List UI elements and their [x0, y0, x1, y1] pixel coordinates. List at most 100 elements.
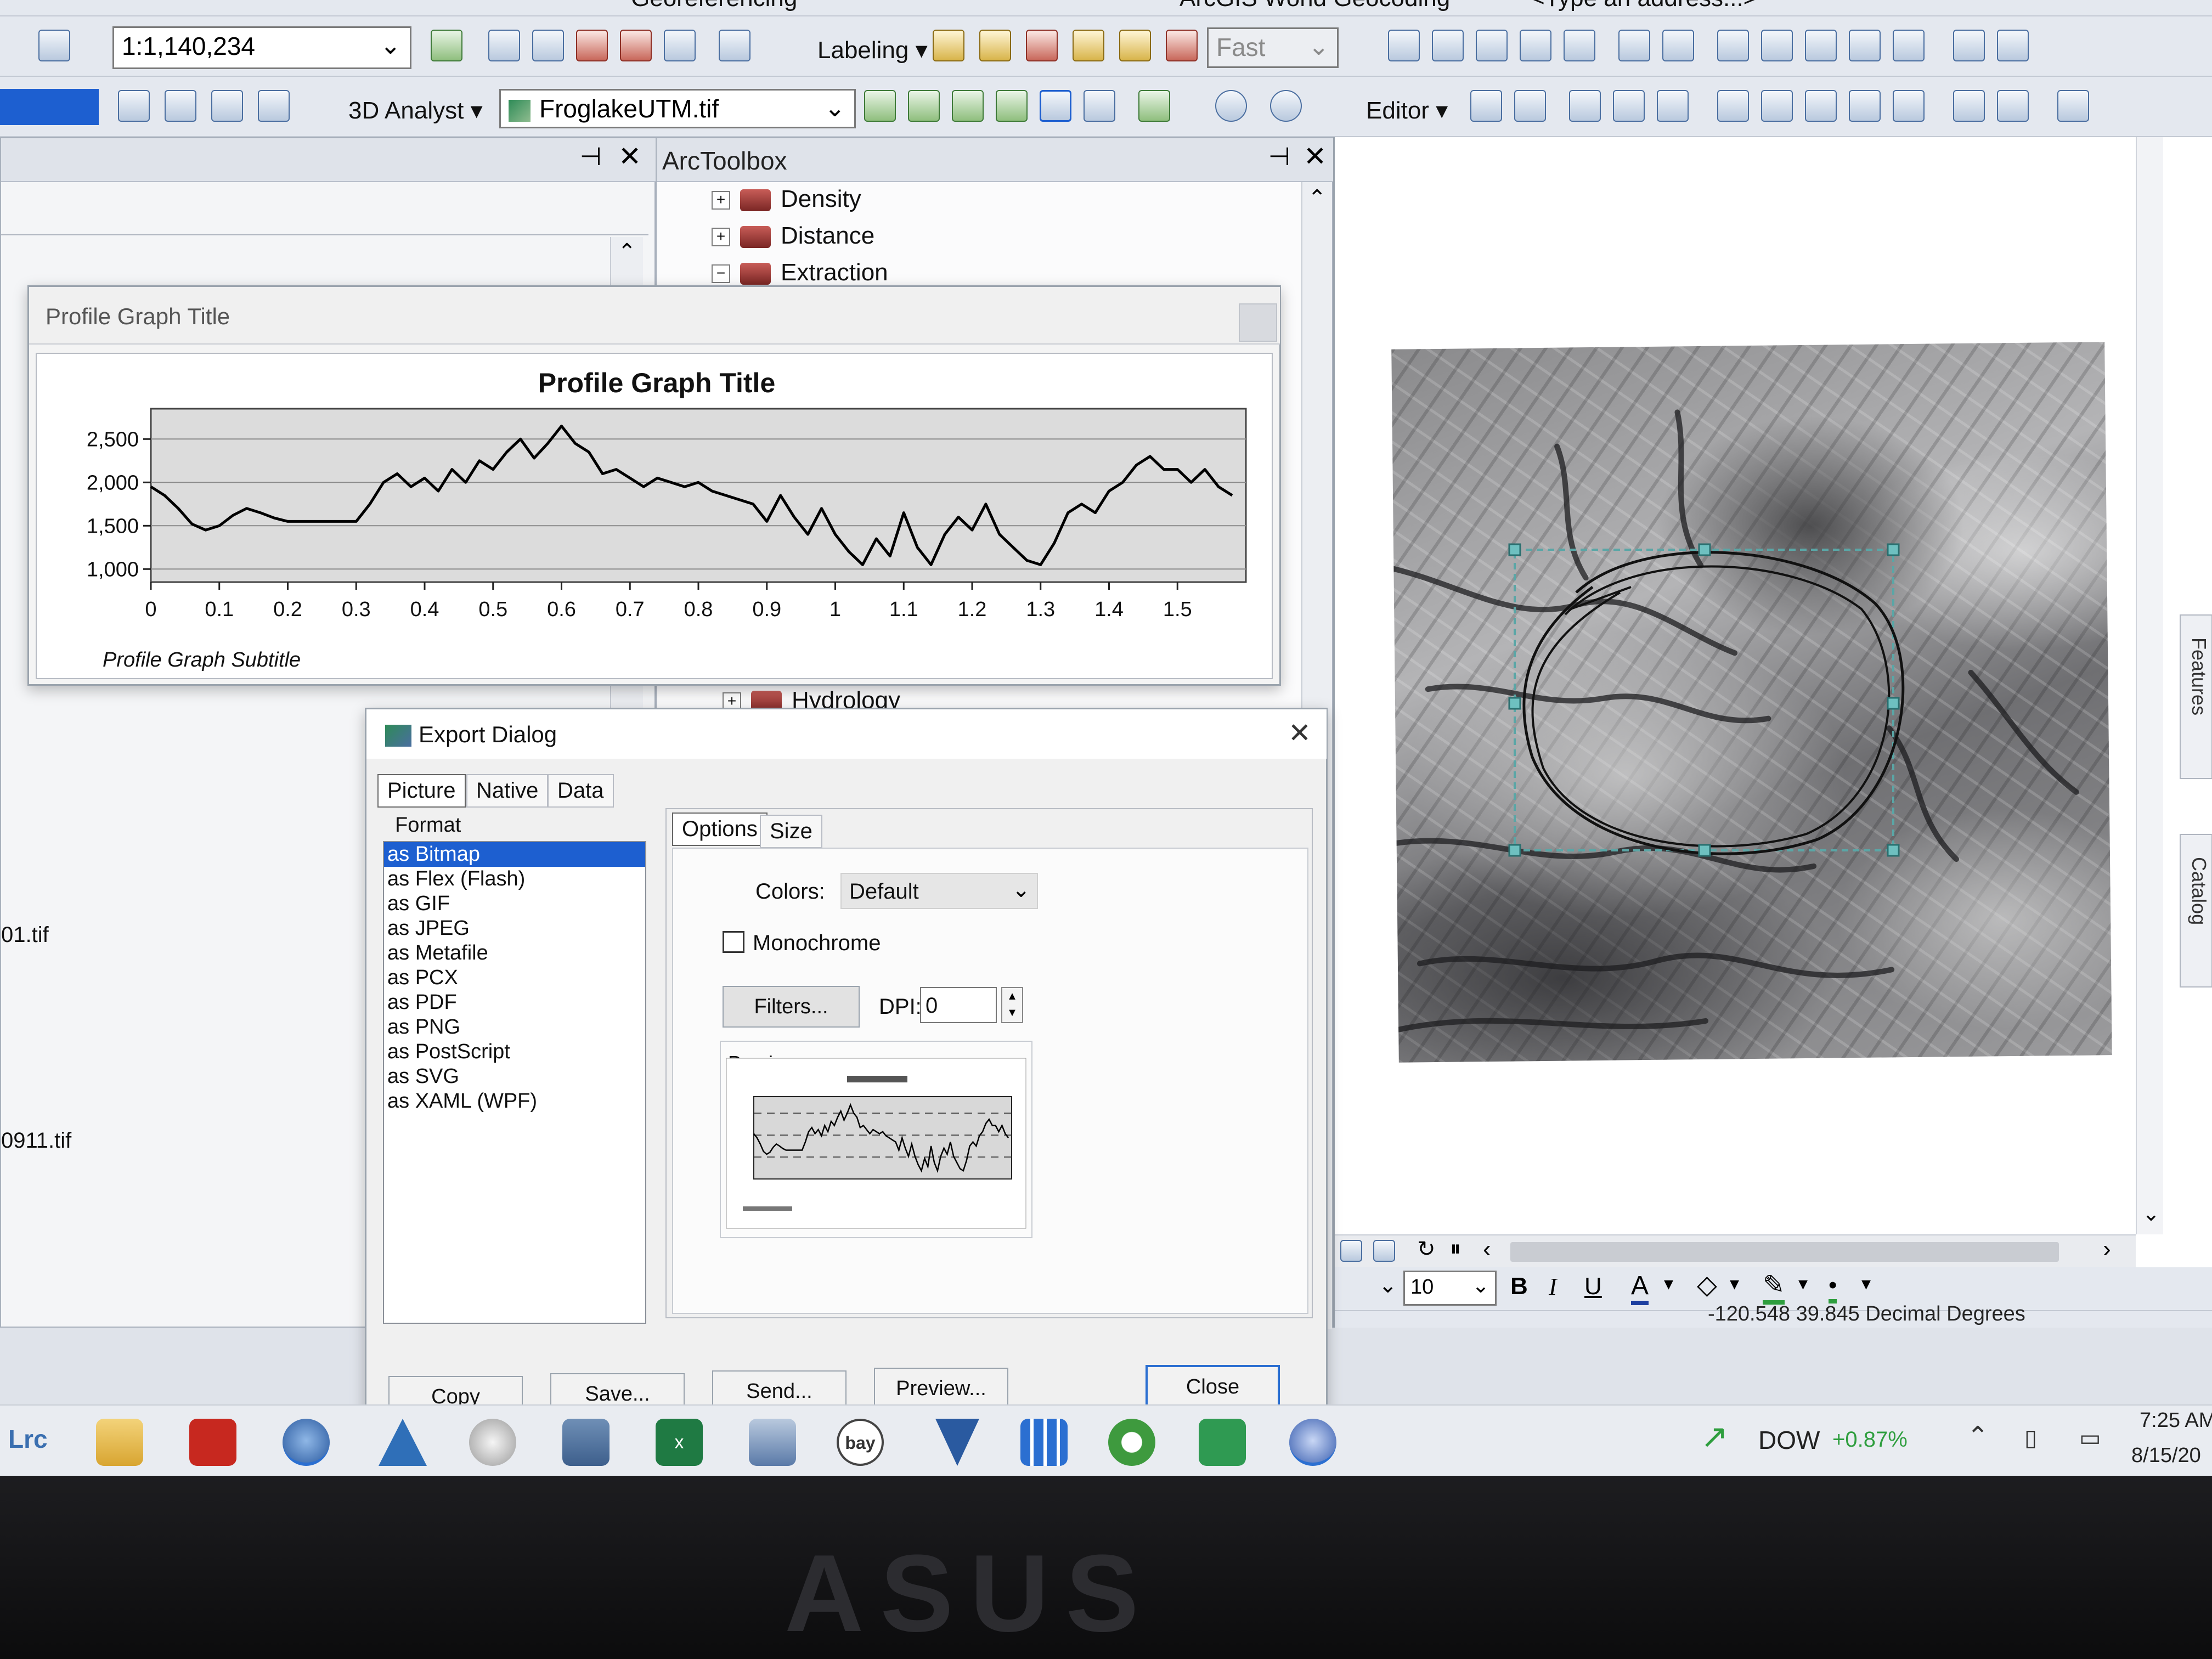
georeferencing-label[interactable]: Georeferencing: [631, 0, 797, 12]
side-tab-catalog[interactable]: Catalog: [2180, 834, 2212, 988]
underline-button[interactable]: U: [1584, 1273, 1602, 1300]
collapse-icon[interactable]: −: [712, 264, 730, 284]
tab-picture[interactable]: Picture: [377, 774, 466, 808]
toc-file-item[interactable]: 0911.tif: [1, 1128, 71, 1153]
label-lock-icon[interactable]: [1026, 30, 1058, 61]
stock-chart-icon[interactable]: ↗: [1701, 1418, 1728, 1456]
sketch-properties-icon[interactable]: [1997, 90, 2029, 122]
spin-up-icon[interactable]: ▲: [1007, 990, 1018, 1002]
format-list-item[interactable]: as PDF: [384, 990, 645, 1015]
scroll-up-icon[interactable]: ⌃: [618, 239, 636, 264]
steepest-path-icon[interactable]: [908, 90, 940, 122]
chevron-down-icon[interactable]: ▾: [1798, 1273, 1808, 1295]
map-scale-combo[interactable]: 1:1,140,234 ⌄: [112, 26, 411, 69]
layout-view-icon[interactable]: [118, 90, 150, 122]
curve-icon[interactable]: [1613, 90, 1645, 122]
edit-tool-icon[interactable]: [1470, 90, 1502, 122]
qgis-icon[interactable]: [1108, 1419, 1155, 1466]
label-weight-icon[interactable]: [1073, 30, 1104, 61]
grid-icon[interactable]: [1849, 30, 1881, 61]
grid-view-icon[interactable]: [165, 90, 196, 122]
map-vertical-scrollbar[interactable]: ⌄: [2136, 137, 2163, 1234]
add-data-icon[interactable]: [38, 30, 70, 61]
cut-icon[interactable]: [1805, 90, 1837, 122]
line-of-sight-icon[interactable]: [952, 90, 984, 122]
paint-icon[interactable]: [469, 1419, 516, 1466]
close-icon[interactable]: ✕: [618, 140, 641, 172]
format-list-item[interactable]: as Bitmap: [384, 842, 645, 867]
camera-icon[interactable]: [562, 1419, 610, 1466]
expand-icon[interactable]: +: [712, 191, 730, 210]
profile-graph-window[interactable]: Profile Graph Title 1,000 1,500 2,000 2,500…: [27, 285, 1281, 686]
structure-icon[interactable]: [211, 90, 243, 122]
attributes-icon[interactable]: [1953, 90, 1985, 122]
monochrome-checkbox[interactable]: [723, 931, 744, 953]
format-list-item[interactable]: as PNG: [384, 1015, 645, 1040]
export-dialog-titlebar[interactable]: Export Dialog ✕: [366, 709, 1327, 759]
label-view-icon[interactable]: [1119, 30, 1151, 61]
generalize-icon[interactable]: [1618, 30, 1650, 61]
rotate-tool-icon[interactable]: [1893, 90, 1925, 122]
close-icon[interactable]: ✕: [1304, 140, 1327, 172]
contour-icon[interactable]: [864, 90, 896, 122]
scroll-down-icon[interactable]: ⌄: [2142, 1201, 2160, 1226]
battery-icon[interactable]: ▭: [2079, 1424, 2101, 1451]
move-icon[interactable]: [1476, 30, 1508, 61]
data-view-icon[interactable]: [1340, 1240, 1362, 1262]
scroll-left-icon[interactable]: ‹: [1483, 1235, 1491, 1263]
toolbox-item-distance[interactable]: + Distance: [712, 222, 874, 250]
annotation-icon[interactable]: [1514, 90, 1546, 122]
vertex-icon[interactable]: [1432, 30, 1464, 61]
export-dialog[interactable]: Export Dialog ✕ Picture Native Data Form…: [365, 708, 1328, 1421]
close-button[interactable]: Close: [1146, 1365, 1280, 1407]
refresh-icon[interactable]: ↻: [1417, 1237, 1436, 1262]
pin-icon[interactable]: ⊣: [580, 142, 602, 171]
chevron-down-icon[interactable]: ▾: [1664, 1273, 1673, 1295]
map-horizontal-scrollbar[interactable]: [1510, 1242, 2059, 1262]
chevron-down-icon[interactable]: ▾: [1730, 1273, 1739, 1295]
toc-file-item[interactable]: 01.tif: [1, 923, 49, 947]
spin-down-icon[interactable]: ▼: [1007, 1007, 1018, 1019]
ebay-icon[interactable]: bay: [837, 1419, 884, 1466]
format-list-item[interactable]: as XAML (WPF): [384, 1089, 645, 1114]
device-icon[interactable]: ▯: [2024, 1424, 2037, 1451]
layer-combo[interactable]: FroglakeUTM.tif ⌄: [499, 89, 856, 128]
acrobat-icon[interactable]: [189, 1419, 236, 1466]
subtab-size[interactable]: Size: [760, 815, 822, 848]
model-icon[interactable]: [719, 30, 751, 61]
preview-button[interactable]: Preview...: [874, 1368, 1008, 1409]
editor-menu[interactable]: Editor ▾: [1366, 97, 1448, 125]
format-list[interactable]: as Bitmap as Flex (Flash) as GIF as JPEG as …: [383, 841, 646, 1324]
tab-data[interactable]: Data: [548, 774, 614, 808]
draw-quality-combo[interactable]: Fast ⌄: [1207, 27, 1339, 68]
map-view[interactable]: Features Catalog ⌄ ↻ ⏸ ‹ › ⌄ 10 ⌄ B I U …: [1333, 137, 2212, 1328]
pause-icon[interactable]: ⏸: [1450, 1237, 1461, 1261]
table-icon[interactable]: [488, 30, 520, 61]
expand-icon[interactable]: +: [723, 692, 741, 709]
pin-icon[interactable]: ⊣: [1268, 142, 1290, 171]
dpi-spinner[interactable]: ▲ ▼: [1001, 987, 1023, 1023]
colors-select[interactable]: Default ⌄: [840, 873, 1038, 909]
marker-color-icon[interactable]: •: [1829, 1272, 1837, 1304]
close-icon[interactable]: ✕: [1288, 717, 1311, 749]
format-list-item[interactable]: as PostScript: [384, 1040, 645, 1064]
selection-graphic[interactable]: [1335, 137, 2212, 1328]
results-icon[interactable]: [620, 30, 652, 61]
clock-time[interactable]: 7:25 AM: [2140, 1409, 2212, 1432]
subtab-options[interactable]: Options: [672, 812, 768, 846]
lightroom-icon[interactable]: Lrc: [8, 1424, 48, 1454]
format-list-item[interactable]: as SVG: [384, 1064, 645, 1089]
search-app-icon[interactable]: [1289, 1419, 1336, 1466]
split-icon[interactable]: [1520, 30, 1551, 61]
edit-vertices-icon[interactable]: [1717, 90, 1749, 122]
format-list-item[interactable]: as Flex (Flash): [384, 867, 645, 891]
gear-alt-icon[interactable]: [1997, 30, 2029, 61]
scroll-right-icon[interactable]: ›: [2103, 1235, 2111, 1263]
fill-color-icon[interactable]: ◇: [1697, 1269, 1717, 1300]
topology-icon[interactable]: [1717, 30, 1749, 61]
layout-view-icon[interactable]: [1373, 1240, 1395, 1262]
straight-segment-icon[interactable]: [1569, 90, 1601, 122]
editor-check-icon[interactable]: [431, 30, 462, 61]
profile-graph-icon[interactable]: [1138, 90, 1170, 122]
arcscene-taskbar-icon[interactable]: [379, 1419, 427, 1466]
